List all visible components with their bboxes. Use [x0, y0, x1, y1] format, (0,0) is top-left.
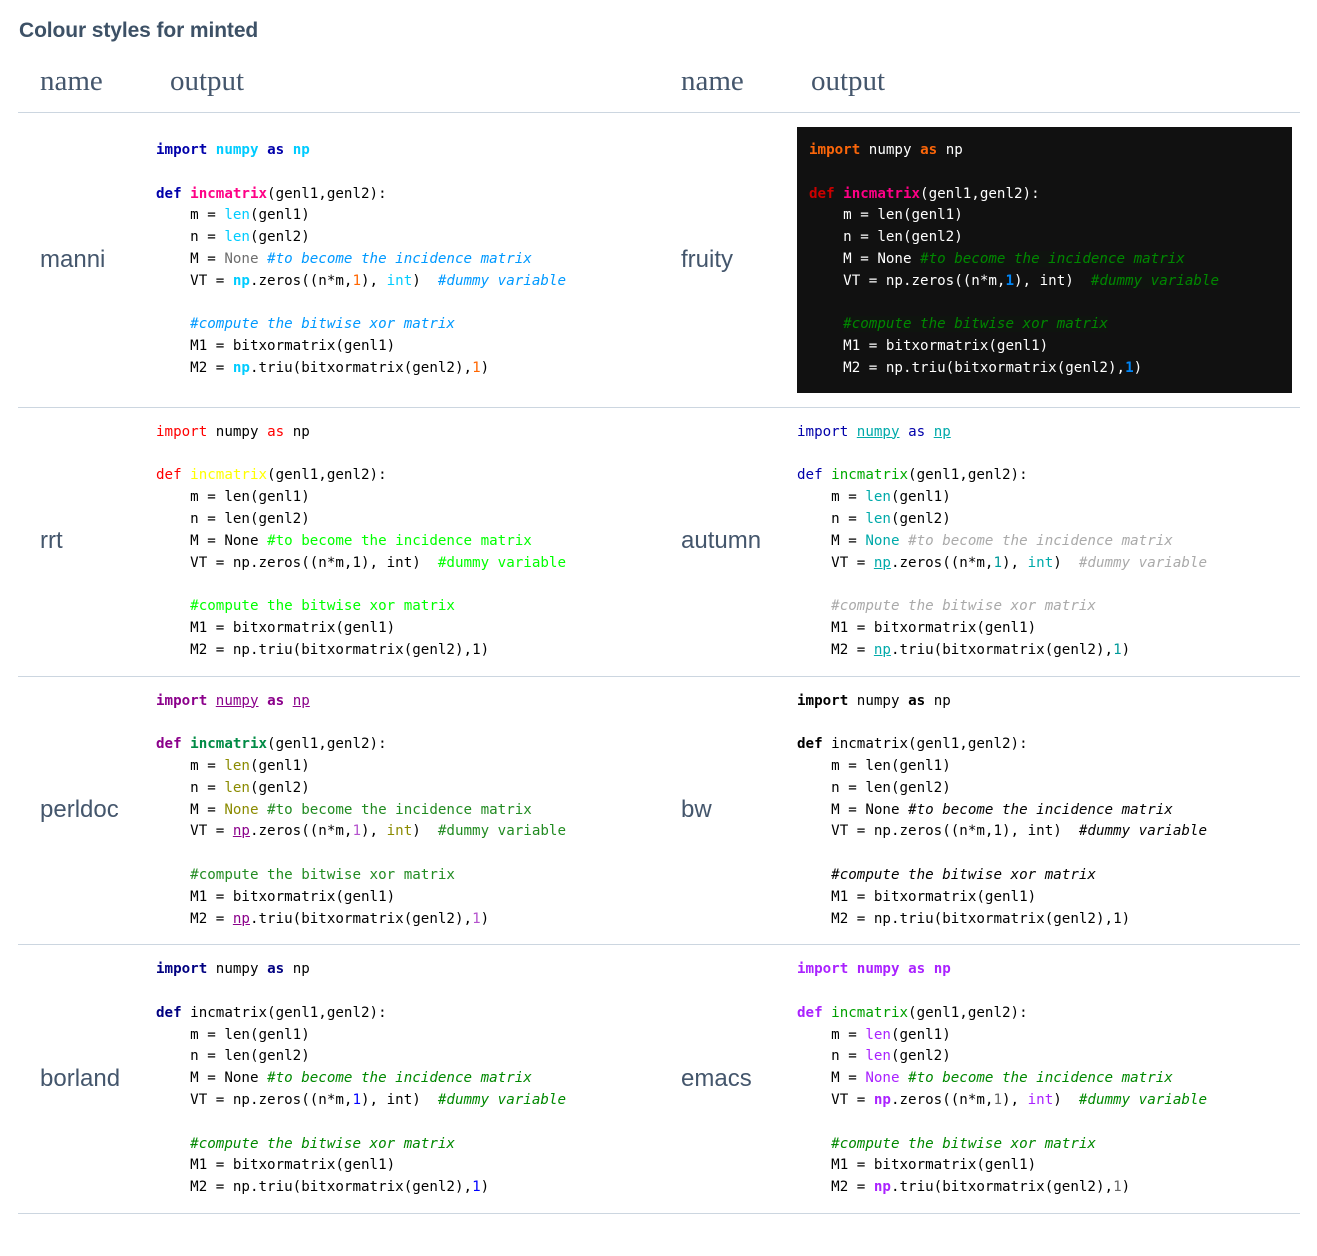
table-header-row: name output name output [18, 65, 1300, 113]
style-output-rrt: import numpy as np def incmatrix(genl1,g… [148, 407, 659, 677]
code-block-fruity: import numpy as np def incmatrix(genl1,g… [797, 127, 1292, 393]
code-block-autumn: import numpy as np def incmatrix(genl1,g… [797, 423, 1208, 658]
header-output-left: output [170, 65, 245, 97]
page-title: Colour styles for minted [19, 19, 259, 42]
table-row: manni import numpy as np def incmatrix(g… [18, 112, 1300, 408]
style-output-perldoc: import numpy as np def incmatrix(genl1,g… [148, 676, 659, 946]
style-output-borland: import numpy as np def incmatrix(genl1,g… [148, 944, 659, 1215]
style-output-autumn: import numpy as np def incmatrix(genl1,g… [789, 407, 1300, 677]
style-name-fruity: fruity [659, 112, 789, 408]
style-name-borland: borland [18, 944, 148, 1215]
code-block-perldoc: import numpy as np def incmatrix(genl1,g… [156, 692, 567, 927]
style-name-perldoc: perldoc [18, 676, 148, 946]
code-block-borland: import numpy as np def incmatrix(genl1,g… [156, 961, 567, 1196]
style-output-bw: import numpy as np def incmatrix(genl1,g… [789, 676, 1300, 946]
header-name-right: name [681, 65, 744, 97]
header-name-left: name [40, 65, 103, 97]
style-output-manni: import numpy as np def incmatrix(genl1,g… [148, 112, 659, 408]
style-name-emacs: emacs [659, 944, 789, 1215]
table-row: borland import numpy as np def incmatrix… [18, 944, 1300, 1215]
code-block-emacs: import numpy as np def incmatrix(genl1,g… [797, 961, 1208, 1196]
table-body: manni import numpy as np def incmatrix(g… [18, 112, 1300, 1215]
style-name-autumn: autumn [659, 407, 789, 677]
code-block-rrt: import numpy as np def incmatrix(genl1,g… [156, 423, 567, 658]
style-name-manni: manni [18, 112, 148, 408]
header-output-right: output [811, 65, 886, 97]
style-name-bw: bw [659, 676, 789, 946]
style-name-rrt: rrt [18, 407, 148, 677]
table-row: rrt import numpy as np def incmatrix(gen… [18, 407, 1300, 677]
colour-styles-table: name output name output manni import num… [18, 65, 1300, 1215]
code-block-bw: import numpy as np def incmatrix(genl1,g… [797, 692, 1208, 927]
style-output-emacs: import numpy as np def incmatrix(genl1,g… [789, 944, 1300, 1215]
table-row: perldoc import numpy as np def incmatrix… [18, 676, 1300, 946]
code-block-manni: import numpy as np def incmatrix(genl1,g… [156, 142, 567, 376]
style-output-fruity: import numpy as np def incmatrix(genl1,g… [789, 112, 1300, 408]
